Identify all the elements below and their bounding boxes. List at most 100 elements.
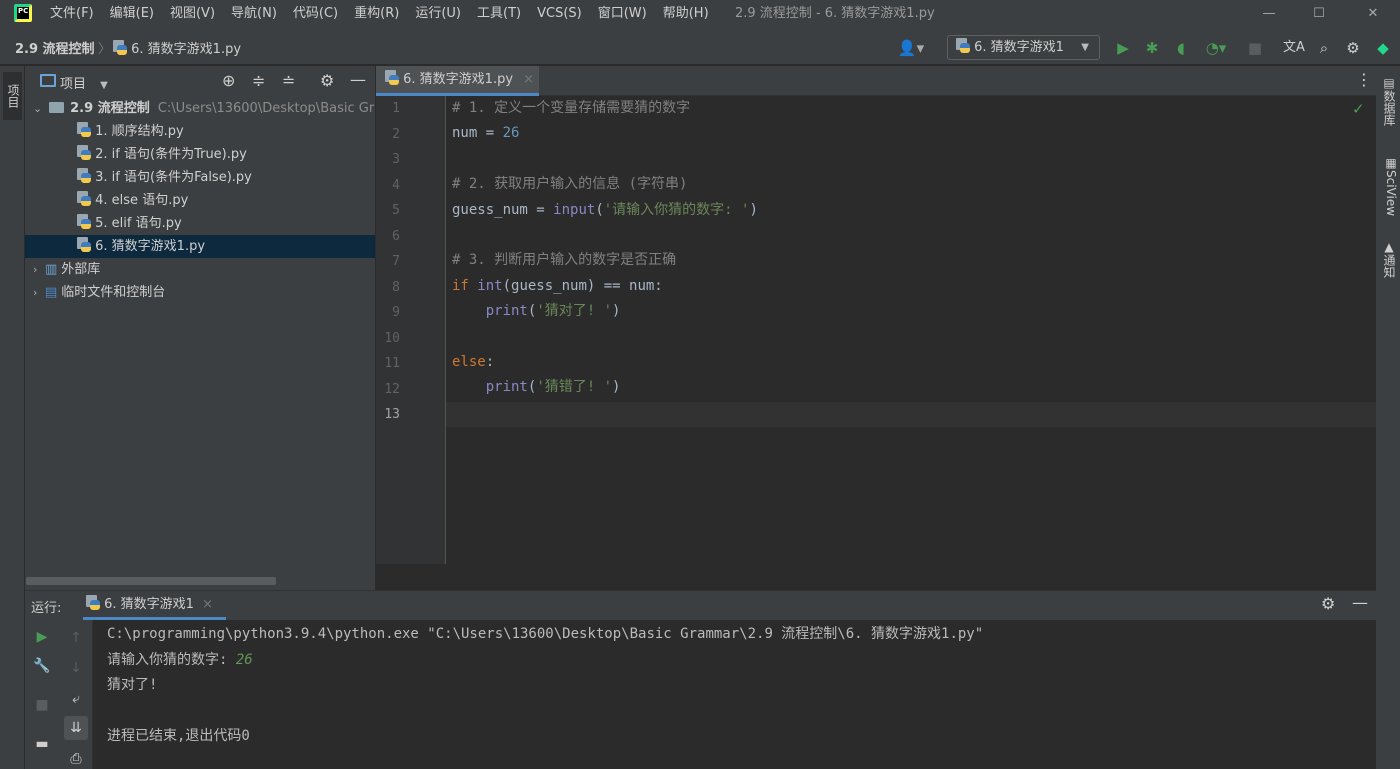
stop-icon[interactable]: ■ <box>32 695 52 715</box>
console-blank <box>107 699 983 725</box>
debug-icon[interactable]: ✱ <box>1141 37 1163 59</box>
line-number: 4 <box>392 177 400 193</box>
tool-tab-sciview[interactable]: ▦SciView <box>1378 156 1398 216</box>
run-console-output[interactable]: C:\programming\python3.9.4\python.exe "C… <box>107 622 983 750</box>
breadcrumb-file[interactable]: 6. 猜数字游戏1.py <box>113 38 241 57</box>
code-line: print('猜对了! ') <box>452 299 758 324</box>
python-file-icon <box>77 237 91 252</box>
hide-run-panel-icon[interactable]: — <box>1352 593 1368 612</box>
run-settings-gear-icon[interactable]: ⚙ <box>1321 594 1335 613</box>
menu-window[interactable]: 窗口(W) <box>590 0 655 28</box>
inspection-ok-icon[interactable]: ✓ <box>1352 100 1365 118</box>
line-number-current: 13 <box>384 407 400 422</box>
code-builtin: print <box>485 379 528 396</box>
tree-file-selected[interactable]: 6. 猜数字游戏1.py <box>25 235 375 258</box>
line-number: 5 <box>392 203 400 218</box>
file-label: 4. else 语句.py <box>95 193 189 208</box>
project-panel-title[interactable]: 项目 ▼ <box>60 73 108 92</box>
line-number: 9 <box>392 305 400 320</box>
tree-external-libraries[interactable]: › ▥ 外部库 <box>33 258 100 281</box>
arrow-up-icon[interactable]: ↑ <box>66 628 86 648</box>
code-string: '猜对了! ' <box>536 303 613 320</box>
minimize-button[interactable]: — <box>1246 0 1292 28</box>
tool-tab-database[interactable]: ▤数据库 <box>1378 76 1398 126</box>
tab-close-icon[interactable]: × <box>202 597 213 612</box>
menu-file[interactable]: 文件(F) <box>42 0 102 28</box>
menu-vcs[interactable]: VCS(S) <box>529 0 590 28</box>
library-icon: ▥ <box>45 262 58 277</box>
tree-file[interactable]: 4. else 语句.py <box>77 189 188 212</box>
coverage-icon[interactable]: ◖ <box>1170 37 1192 59</box>
breadcrumb-project[interactable]: 2.9 流程控制 <box>15 38 95 57</box>
tab-close-icon[interactable]: × <box>523 72 534 87</box>
breadcrumb-file-label: 6. 猜数字游戏1.py <box>131 42 242 57</box>
database-tab-label: 数据库 <box>1382 90 1396 126</box>
expand-all-icon[interactable]: ≑ <box>252 71 265 90</box>
arrow-down-icon[interactable]: ↓ <box>66 658 86 678</box>
code-editor[interactable]: # 1. 定义一个变量存储需要猜的数字 num = 26 # 2. 获取用户输入… <box>452 96 758 401</box>
line-number: 8 <box>392 279 400 295</box>
chevron-right-icon: › <box>33 263 38 276</box>
menu-code[interactable]: 代码(C) <box>285 0 346 28</box>
run-config-dropdown[interactable]: 6. 猜数字游戏1 ▼ <box>947 35 1100 60</box>
chevron-down-icon[interactable]: ▼ <box>100 80 108 91</box>
scratch-console-icon: ▤ <box>45 285 58 300</box>
locate-file-icon[interactable]: ⊕ <box>222 71 235 90</box>
python-icon <box>956 38 970 53</box>
collapse-all-icon[interactable]: ≐ <box>282 71 295 90</box>
code-line: num = 26 <box>452 121 758 146</box>
console-exit-message: 进程已结束,退出代码0 <box>107 728 250 744</box>
run-tab-label: 6. 猜数字游戏1 <box>104 597 194 612</box>
soft-wrap-icon[interactable]: ⤶ <box>66 689 86 709</box>
tree-scratches[interactable]: › ▤ 临时文件和控制台 <box>33 281 165 304</box>
menu-edit[interactable]: 编辑(E) <box>102 0 162 28</box>
hide-panel-icon[interactable]: — <box>350 70 366 89</box>
tree-file[interactable]: 5. elif 语句.py <box>77 212 182 235</box>
editor-tab-active[interactable]: 6. 猜数字游戏1.py × <box>376 66 539 96</box>
rerun-icon[interactable]: ▶ <box>32 627 52 647</box>
close-button[interactable]: ✕ <box>1350 0 1396 28</box>
project-view-icon <box>40 74 56 87</box>
wrench-icon[interactable]: 🔧 <box>32 656 52 676</box>
panel-settings-gear-icon[interactable]: ⚙ <box>320 71 334 90</box>
tree-file[interactable]: 1. 顺序结构.py <box>77 120 184 143</box>
layout-icon[interactable]: ▬ <box>32 734 52 754</box>
line-number: 11 <box>384 356 400 371</box>
menu-help[interactable]: 帮助(H) <box>655 0 717 28</box>
python-icon <box>86 595 100 610</box>
maximize-button[interactable]: ☐ <box>1296 0 1342 28</box>
translate-icon[interactable]: 文A <box>1283 37 1305 59</box>
run-config-label: 6. 猜数字游戏1 <box>974 40 1064 55</box>
scratches-label: 临时文件和控制台 <box>61 285 166 300</box>
menu-tools[interactable]: 工具(T) <box>469 0 529 28</box>
menu-refactor[interactable]: 重构(R) <box>346 0 407 28</box>
tree-file[interactable]: 2. if 语句(条件为True).py <box>77 143 247 166</box>
tree-file[interactable]: 3. if 语句(条件为False).py <box>77 166 252 189</box>
plugin-logo-icon[interactable]: ◆ <box>1372 37 1394 59</box>
print-icon[interactable]: ⎙ <box>66 749 86 769</box>
code-builtin: print <box>485 303 528 320</box>
menu-navigate[interactable]: 导航(N) <box>223 0 285 28</box>
breadcrumb-separator: 〉 <box>98 42 112 57</box>
console-prompt: 请输入你猜的数字: <box>107 651 236 668</box>
menu-run[interactable]: 运行(U) <box>407 0 469 28</box>
more-options-icon[interactable]: ⋮ <box>1356 70 1372 89</box>
line-number: 12 <box>384 381 400 397</box>
tool-tab-notifications[interactable]: ▲通知 <box>1378 240 1398 278</box>
tree-root-folder[interactable]: ⌄ 2.9 流程控制 C:\Users\13600\Desktop\Basic … <box>33 97 375 120</box>
profile-icon[interactable]: ◔▾ <box>1198 37 1234 59</box>
scroll-to-end-icon[interactable]: ⇊ <box>64 716 88 740</box>
file-label: 5. elif 语句.py <box>95 216 182 231</box>
tool-tab-project[interactable]: 项目 <box>3 72 22 120</box>
settings-gear-icon[interactable]: ⚙ <box>1342 37 1364 59</box>
run-icon[interactable]: ▶ <box>1112 37 1134 59</box>
user-account-icon[interactable]: 👤▾ <box>896 37 926 59</box>
horizontal-scrollbar[interactable] <box>26 577 276 585</box>
run-tab-active[interactable]: 6. 猜数字游戏1 × <box>83 591 226 620</box>
python-file-icon <box>77 191 91 206</box>
search-icon[interactable]: ⌕ <box>1313 37 1335 59</box>
menu-view[interactable]: 视图(V) <box>162 0 223 28</box>
stop-icon[interactable]: ■ <box>1244 37 1266 59</box>
